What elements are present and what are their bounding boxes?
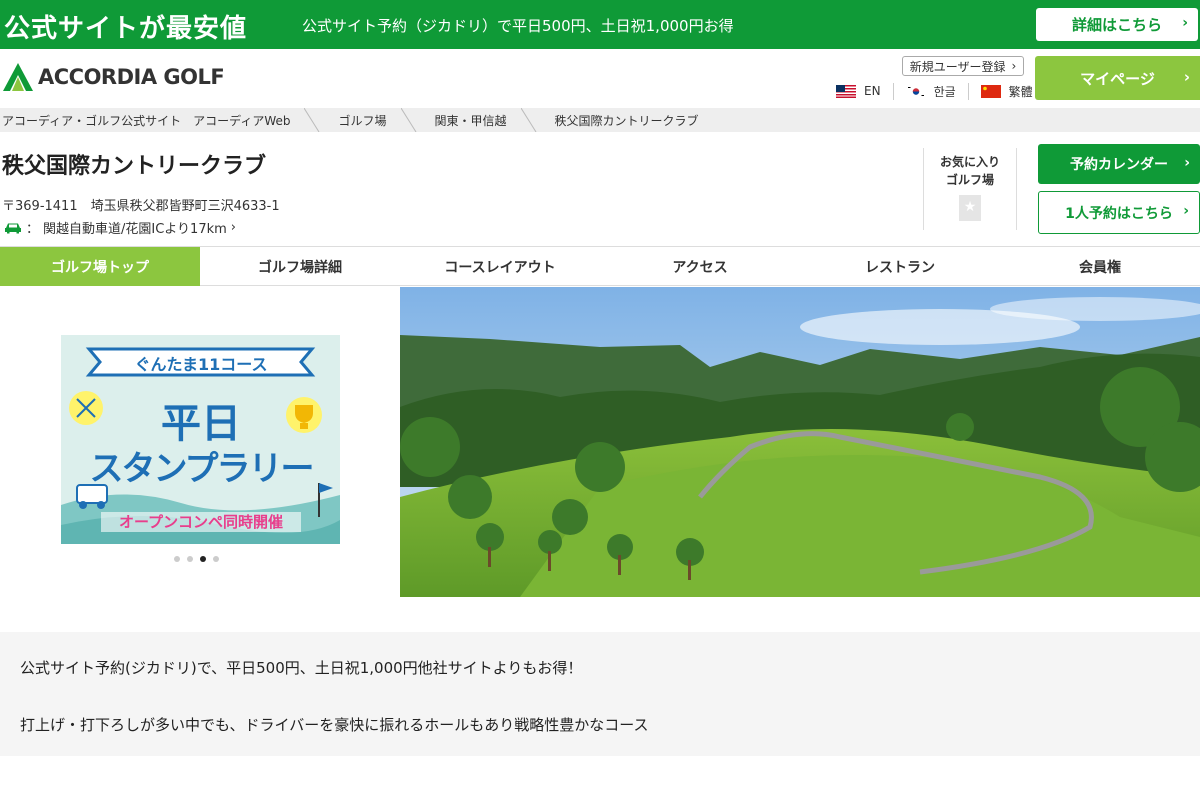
chevron-right-icon: › <box>1182 15 1188 31</box>
carousel-dot[interactable] <box>213 556 219 562</box>
tab-membership[interactable]: 会員権 <box>1000 247 1200 286</box>
chevron-right-icon: › <box>230 220 236 235</box>
club-description: 公式サイト予約(ジカドリ)で、平日500円、土日祝1,000円他社サイトよりもお… <box>0 632 1200 756</box>
lang-en[interactable]: EN <box>836 84 893 98</box>
description-line: 打上げ・打下ろしが多い中でも、ドライバーを豪快に振れるホールもあり戦略性豊かなコ… <box>20 716 649 734</box>
tab-course-layout[interactable]: コースレイアウト <box>400 247 600 286</box>
tab-restaurant[interactable]: レストラン <box>800 247 1000 286</box>
reservation-calendar-button[interactable]: 予約カレンダー › <box>1038 144 1200 184</box>
lang-label: EN <box>864 84 881 98</box>
favorite-label: お気に入り ゴルフ場 <box>939 155 1000 187</box>
carousel-dot-active[interactable] <box>200 556 206 562</box>
car-icon <box>5 223 21 233</box>
carousel-dots <box>174 556 219 562</box>
accordia-logo-icon <box>3 63 33 91</box>
chevron-right-icon: › <box>1184 155 1190 171</box>
solo-button-label: 1人予約はこちら <box>1065 205 1173 222</box>
banner-line3: スタンプラリー <box>89 449 315 489</box>
chevron-right-icon: › <box>1183 203 1189 219</box>
breadcrumb-item[interactable]: ゴルフ場 <box>328 108 424 132</box>
promo-description: 公式サイト予約（ジカドリ）で平日500円、土日祝1,000円お得 <box>302 17 734 35</box>
favorite-button[interactable]: お気に入り ゴルフ場 ★ <box>923 148 1017 230</box>
new-user-register-button[interactable]: 新規ユーザー登録 › <box>902 56 1024 76</box>
stamp-rally-banner[interactable]: ぐんたま11コース 平日 スタンプラリー オープンコンペ同時開催 <box>61 335 340 544</box>
lang-ko[interactable]: 한글 <box>892 82 968 100</box>
lang-label: 繁體 <box>1008 84 1033 99</box>
breadcrumb-current: 秩父国際カントリークラブ <box>554 113 699 128</box>
banner-line1: ぐんたま11コース <box>134 355 268 374</box>
club-address: 〒369-1411 埼玉県秩父郡皆野町三沢4633-1 <box>2 199 280 214</box>
breadcrumb-separator-icon <box>304 108 320 132</box>
promo-title: 公式サイトが最安値 <box>4 14 248 44</box>
breadcrumb-separator-icon <box>400 108 416 132</box>
lang-label: 한글 <box>933 84 956 99</box>
page-title: 秩父国際カントリークラブ <box>2 154 267 179</box>
us-flag-icon <box>836 84 856 98</box>
kr-flag-icon <box>905 84 926 98</box>
tab-golf-detail[interactable]: ゴルフ場詳細 <box>200 247 400 286</box>
course-photo <box>400 287 1200 597</box>
promo-banner: 公式サイトが最安値 公式サイト予約（ジカドリ）で平日500円、土日祝1,000円… <box>0 0 1200 49</box>
chevron-right-icon: › <box>1183 68 1190 86</box>
carousel-dot[interactable] <box>174 556 180 562</box>
calendar-button-label: 予約カレンダー <box>1070 157 1168 173</box>
cn-flag-icon <box>980 84 1001 98</box>
chevron-right-icon: › <box>1011 59 1017 73</box>
golf-course-landscape-image <box>400 287 1200 597</box>
accordia-logo[interactable]: ACCORDIA GOLF <box>2 62 225 92</box>
tab-access[interactable]: アクセス <box>600 247 800 286</box>
access-text: 関越自動車道/花園ICより17km <box>43 222 227 237</box>
tab-golf-top[interactable]: ゴルフ場トップ <box>0 247 200 286</box>
carousel-dot[interactable] <box>187 556 193 562</box>
breadcrumb: アコーディア・ゴルフ公式サイト アコーディアWeb ゴルフ場 関東・甲信越 秩父… <box>0 108 1200 132</box>
star-bookmark-icon: ★ <box>959 195 981 221</box>
breadcrumb-item[interactable]: アコーディア・ゴルフ公式サイト アコーディアWeb <box>0 108 328 132</box>
solo-reservation-button[interactable]: 1人予約はこちら › <box>1038 191 1200 234</box>
mypage-label: マイページ <box>1080 69 1155 88</box>
banner-line4: オープンコンペ同時開催 <box>118 513 284 531</box>
access-link[interactable]: ： 関越自動車道/花園ICより17km › <box>4 218 236 237</box>
lang-zh[interactable]: 繁體 <box>967 82 1045 100</box>
new-user-label: 新規ユーザー登録 <box>909 59 1006 74</box>
mypage-button[interactable]: マイページ › <box>1035 56 1200 100</box>
club-tabs: ゴルフ場トップ ゴルフ場詳細 コースレイアウト アクセス レストラン 会員権 <box>0 246 1200 286</box>
language-switcher: EN 한글 繁體 <box>836 82 1045 100</box>
breadcrumb-separator-icon <box>520 108 536 132</box>
description-line: 公式サイト予約(ジカドリ)で、平日500円、土日祝1,000円他社サイトよりもお… <box>20 659 583 677</box>
breadcrumb-item[interactable]: 関東・甲信越 <box>425 108 545 132</box>
promo-details-label: 詳細はこちら <box>1071 16 1162 34</box>
access-colon: ： <box>26 222 40 237</box>
promo-details-button[interactable]: 詳細はこちら › <box>1036 8 1198 41</box>
logo-text: ACCORDIA GOLF <box>38 65 225 89</box>
